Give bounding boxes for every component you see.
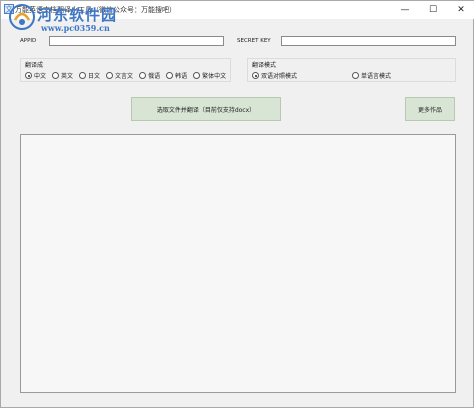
radio-option-japanese[interactable]: 日文 <box>79 71 100 80</box>
appid-label: APPID <box>20 38 37 44</box>
radio-icon <box>139 72 147 79</box>
output-textarea[interactable] <box>20 134 456 393</box>
radio-option-traditional-chinese[interactable]: 繁体中文 <box>193 71 226 80</box>
maximize-icon: ☐ <box>428 5 438 15</box>
radio-icon <box>52 72 60 79</box>
translate-mode-group: 翻译模式 双语对照模式 单语言模式 <box>247 58 456 82</box>
radio-icon <box>352 72 359 79</box>
radio-option-korean[interactable]: 韩语 <box>166 71 187 80</box>
radio-icon <box>106 72 114 79</box>
radio-option-bilingual[interactable]: 双语对照模式 <box>252 71 297 80</box>
radio-icon <box>252 72 259 79</box>
translate-mode-title: 翻译模式 <box>252 62 277 69</box>
maximize-button[interactable]: ☐ <box>419 1 447 19</box>
radio-option-english[interactable]: 英文 <box>52 71 73 80</box>
more-works-button[interactable]: 更多作品 <box>405 97 455 121</box>
radio-icon <box>25 72 32 79</box>
minimize-icon: — <box>400 5 410 15</box>
secret-key-input[interactable] <box>281 36 456 46</box>
appid-input[interactable] <box>49 36 224 46</box>
minimize-button[interactable]: — <box>391 1 419 19</box>
app-window: 文 万能英语文档翻译小工具（微信公众号：万能搜吧） — ☐ ✕ 河东软件园 ww… <box>0 0 474 408</box>
radio-option-russian[interactable]: 俄语 <box>139 71 160 80</box>
radio-icon <box>166 72 174 79</box>
select-and-translate-button[interactable]: 选取文件并翻译（目前仅支持docx） <box>131 97 281 121</box>
close-button[interactable]: ✕ <box>447 1 474 19</box>
watermark-title: 河东软件园 <box>37 6 118 24</box>
secret-key-label: SECRET KEY <box>237 38 271 44</box>
translate-to-options: 中文 英文 日文 文言文 俄语 韩语 繁体中文 <box>25 71 226 80</box>
close-icon: ✕ <box>457 5 465 15</box>
radio-option-monolingual[interactable]: 单语言模式 <box>352 71 391 80</box>
radio-icon <box>193 72 201 79</box>
radio-option-chinese[interactable]: 中文 <box>25 71 46 80</box>
translate-to-group: 翻译成 中文 英文 日文 文言文 俄语 韩语 繁体中文 <box>20 58 231 82</box>
watermark-url: www.pc0359.cn <box>41 23 110 33</box>
radio-option-classical-chinese[interactable]: 文言文 <box>106 71 133 80</box>
translate-to-title: 翻译成 <box>25 62 44 69</box>
radio-icon <box>79 72 87 79</box>
watermark-logo-icon <box>9 4 35 30</box>
